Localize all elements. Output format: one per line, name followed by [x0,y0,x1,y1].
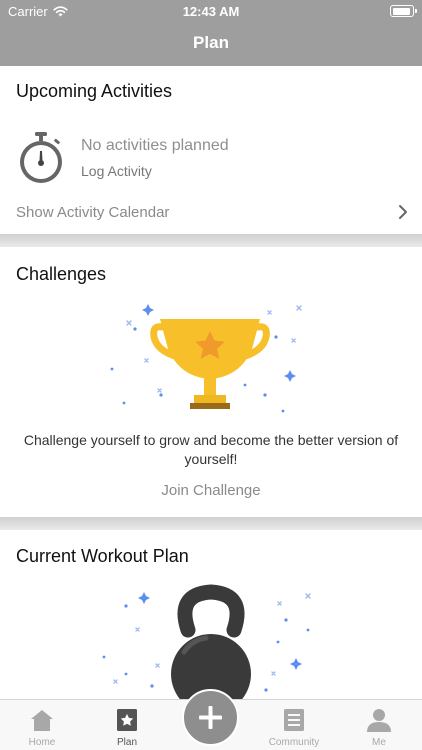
tab-community[interactable]: Community [259,700,329,750]
home-icon [31,710,53,731]
community-icon [284,709,304,731]
plus-icon [199,706,222,729]
section-divider [0,234,422,248]
trophy-illustration [110,304,302,413]
status-time: 12:43 AM [182,4,240,19]
show-activity-calendar-label: Show Activity Calendar [16,204,170,221]
show-activity-calendar-row[interactable]: Show Activity Calendar [0,194,422,230]
tab-home-label: Home [28,737,56,748]
challenge-description: Challenge yourself to grow and become th… [23,432,399,467]
upcoming-activities-card: Upcoming Activities No activities planne… [0,66,422,234]
tab-plan-label: Plan [116,737,137,748]
challenges-title: Challenges [16,264,107,284]
tab-home[interactable]: Home [7,700,77,750]
challenges-card: Challenges Challenge yourself to grow an… [0,247,422,517]
tab-me-label: Me [372,737,386,748]
tab-plan[interactable]: Plan [92,700,162,750]
add-button[interactable] [182,689,239,746]
upcoming-activities-title: Upcoming Activities [16,81,173,101]
section-divider [0,517,422,531]
page-title: Plan [193,33,229,52]
tab-community-label: Community [268,737,320,748]
battery-icon [390,5,417,17]
status-bar: Carrier 12:43 AM [0,0,422,22]
stopwatch-icon [20,132,62,183]
plan-icon [117,709,137,731]
profile-icon [367,709,391,732]
current-workout-plan-title: Current Workout Plan [16,546,189,566]
top-bar: Carrier 12:43 AM Plan [0,0,422,66]
current-workout-plan-card: Current Workout Plan [0,530,422,712]
tab-me[interactable]: Me [344,700,414,750]
log-activity-link[interactable]: Log Activity [81,163,152,179]
no-activities-text: No activities planned [81,137,229,154]
chevron-right-icon [399,205,407,219]
join-challenge-button[interactable]: Join Challenge [0,482,422,499]
